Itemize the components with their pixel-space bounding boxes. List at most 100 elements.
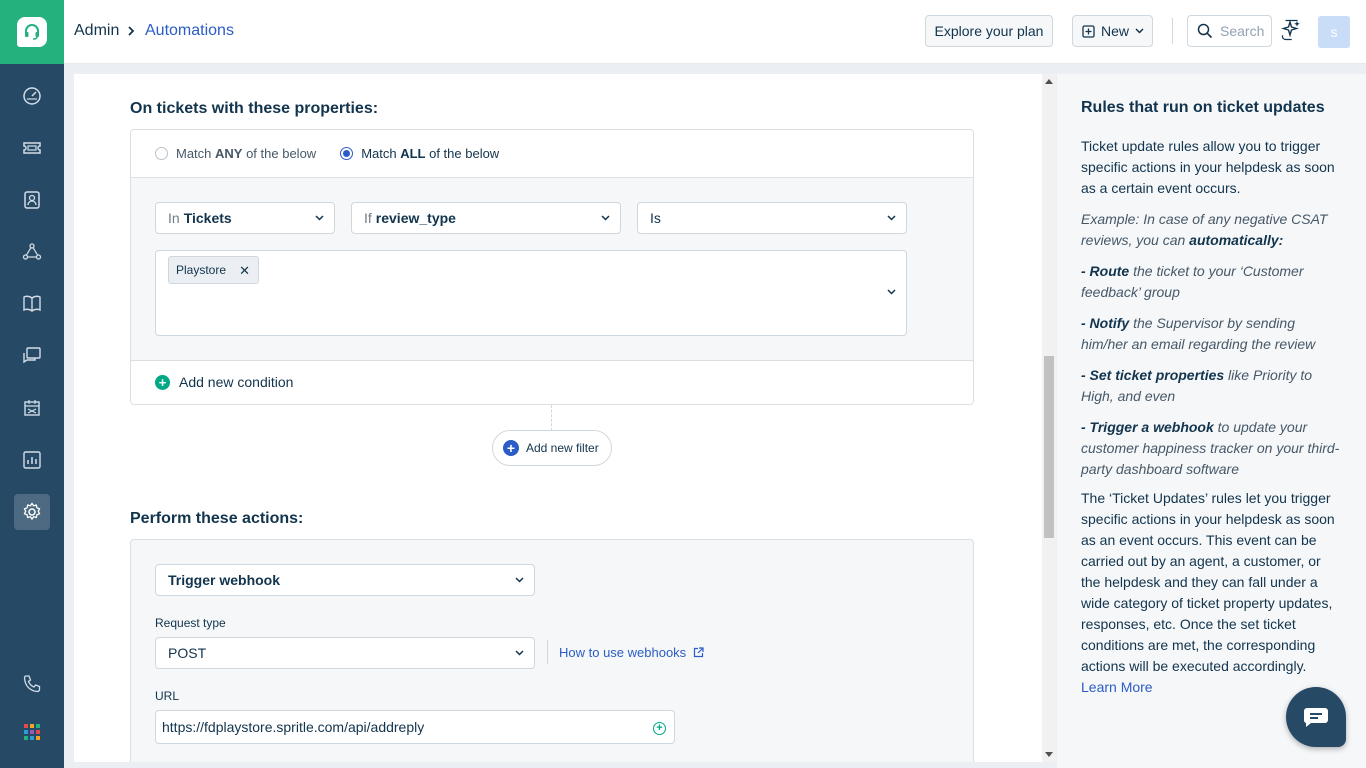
request-type-label: Request type (155, 616, 226, 630)
new-button[interactable]: New (1072, 15, 1153, 47)
match-any-radio[interactable]: Match ANY of the below (155, 146, 316, 161)
webhook-help-label: How to use webhooks (559, 645, 687, 660)
value-multiselect[interactable]: Playstore ✕ (155, 250, 907, 336)
add-condition-button[interactable]: + Add new condition (155, 374, 293, 390)
admin-icon[interactable] (14, 390, 50, 426)
main-scrollbar[interactable] (1042, 74, 1056, 762)
value-tag-label: Playstore (176, 263, 227, 277)
chevron-down-icon (601, 215, 610, 221)
chevron-down-icon (515, 577, 524, 583)
scroll-down-arrow-icon[interactable] (1045, 752, 1053, 757)
remove-tag-icon[interactable]: ✕ (239, 263, 250, 279)
help-bullet-webhook: - Trigger a webhook to update your custo… (1081, 417, 1342, 480)
breadcrumb-chevron-icon (126, 24, 136, 42)
value-tag: Playstore ✕ (168, 256, 260, 284)
condition-row: In Tickets If review_type Is Playstore ✕ (131, 178, 973, 361)
plus-circle-icon: + (503, 440, 519, 456)
request-type-value: POST (168, 645, 207, 661)
chevron-down-icon (515, 650, 524, 656)
filter-connector-line (551, 405, 552, 431)
match-all-post: of the below (425, 146, 500, 161)
freddy-ai-sparkle-icon[interactable] (1281, 19, 1303, 46)
link-divider (547, 640, 548, 664)
entity-select[interactable]: In Tickets (155, 202, 335, 234)
scroll-up-arrow-icon[interactable] (1045, 79, 1053, 84)
header-divider (1172, 18, 1173, 44)
search-input[interactable]: Search (1187, 15, 1272, 47)
match-any-bold: ANY (215, 146, 243, 161)
webhook-help-link[interactable]: How to use webhooks (559, 645, 704, 660)
url-value: https://fdplaystore.spritle.com/api/addr… (162, 719, 425, 735)
headset-icon (25, 24, 39, 40)
match-any-post: of the below (242, 146, 317, 161)
solutions-icon[interactable] (14, 286, 50, 322)
url-label: URL (155, 689, 180, 703)
radio-selected[interactable] (340, 147, 354, 160)
actions-title: Perform these actions: (130, 510, 304, 527)
groups-icon[interactable] (14, 234, 50, 270)
chevron-down-icon (315, 215, 324, 221)
match-all-bold: ALL (400, 146, 426, 161)
insert-placeholder-icon[interactable]: + (653, 722, 666, 735)
phone-icon[interactable] (14, 666, 50, 702)
match-all-radio[interactable]: Match ALL of the below (340, 146, 499, 161)
match-any-label: Match ANY of the below (176, 146, 316, 161)
request-type-select[interactable]: POST (155, 637, 535, 669)
settings-icon[interactable] (14, 494, 50, 530)
operator-select[interactable]: Is (637, 202, 907, 234)
apps-grid-icon[interactable] (14, 714, 50, 750)
chevron-down-icon (887, 289, 896, 295)
conditions-title: On tickets with these properties: (130, 100, 379, 117)
entity-prefix: In (168, 210, 180, 226)
action-type-select[interactable]: Trigger webhook (155, 564, 535, 596)
freshdesk-logo[interactable] (0, 0, 64, 64)
avatar[interactable]: s (1318, 16, 1350, 48)
forums-icon[interactable] (14, 338, 50, 374)
help-intro: Ticket update rules allow you to trigger… (1081, 138, 1335, 196)
add-filter-button[interactable]: + Add new filter (492, 430, 612, 466)
match-all-label: Match ALL of the below (361, 146, 499, 161)
breadcrumb-automations: Automations (145, 22, 234, 39)
match-all-pre: Match (361, 146, 401, 161)
chevron-down-icon (1135, 28, 1144, 34)
search-placeholder: Search (1220, 23, 1265, 39)
url-field[interactable]: https://fdplaystore.spritle.com/api/addr… (155, 710, 675, 744)
contacts-icon[interactable] (14, 182, 50, 218)
left-navigation (0, 0, 64, 768)
explore-plan-button[interactable]: Explore your plan (925, 15, 1053, 47)
radio-unselected[interactable] (155, 147, 168, 160)
breadcrumb-admin[interactable]: Admin (74, 22, 119, 40)
help-bullet-set-properties: - Set ticket properties like Priority to… (1081, 365, 1342, 407)
actions-box: Trigger webhook Request type POST How to… (130, 539, 974, 762)
field-select[interactable]: If review_type (351, 202, 621, 234)
field-value: review_type (375, 210, 456, 226)
help-bullet-bold: - Trigger a webhook (1081, 419, 1214, 435)
field-prefix: If (364, 210, 372, 226)
external-link-icon (694, 647, 704, 658)
help-bullet-bold: - Set ticket properties (1081, 367, 1225, 383)
add-filter-label: Add new filter (526, 441, 599, 455)
operator-value: Is (650, 210, 661, 226)
help-bullet-notify: - Notify the Supervisor by sending him/h… (1081, 313, 1342, 355)
tickets-icon[interactable] (14, 130, 50, 166)
help-bullet-bold: - Notify (1081, 315, 1130, 331)
new-button-label: New (1101, 23, 1130, 39)
reports-icon[interactable] (14, 442, 50, 478)
scroll-thumb[interactable] (1044, 356, 1054, 538)
action-type-value: Trigger webhook (168, 572, 281, 588)
plus-square-icon (1082, 24, 1095, 38)
plus-circle-icon: + (155, 374, 170, 390)
help-body: The ‘Ticket Updates’ rules let you trigg… (1081, 490, 1335, 674)
dashboard-icon[interactable] (14, 78, 50, 114)
search-icon (1197, 23, 1213, 39)
chat-widget-button[interactable] (1286, 687, 1346, 747)
chevron-down-icon (887, 215, 896, 221)
help-title: Rules that run on ticket updates (1081, 99, 1325, 116)
conditions-box: Match ANY of the below Match ALL of the … (130, 129, 974, 405)
add-condition-label: Add new condition (179, 374, 294, 390)
rule-editor-panel: On tickets with these properties: Match … (74, 74, 1042, 762)
chat-bubble-icon (1303, 708, 1328, 727)
entity-value: Tickets (183, 210, 232, 226)
match-any-pre: Match (176, 146, 216, 161)
help-panel: Rules that run on ticket updates Ticket … (1057, 74, 1366, 768)
